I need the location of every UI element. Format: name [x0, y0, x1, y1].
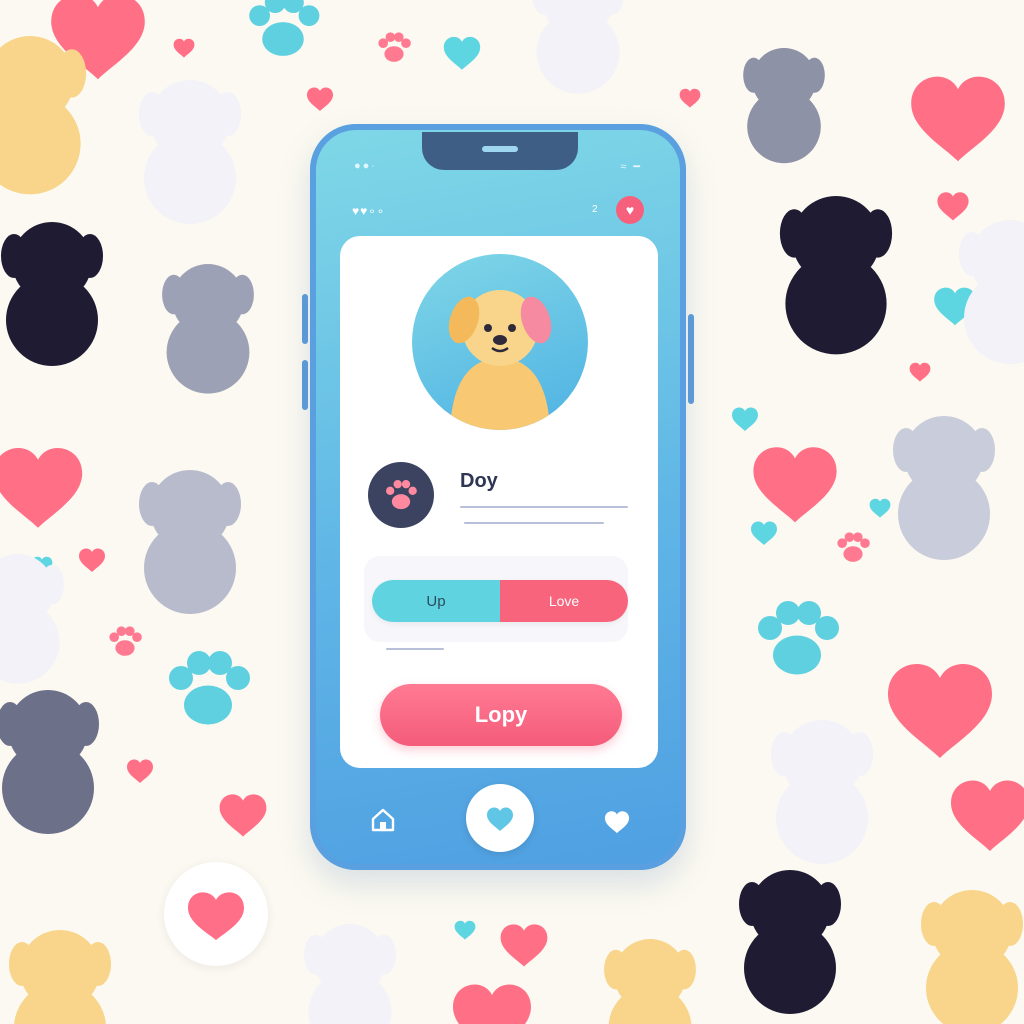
heart-icon[interactable] — [602, 808, 632, 834]
notification-count: 2 — [592, 204, 598, 215]
heart-icon — [188, 892, 244, 940]
phone-frame: ●●∙ ≈ ━ ♥♥∘∘ 2 ♥ Doy Up Love Lopy — [302, 124, 694, 870]
paw-icon — [386, 480, 417, 510]
toggle-up-button[interactable]: Up — [372, 580, 500, 622]
app-indicators: ♥♥∘∘ — [352, 204, 386, 218]
heart-icon — [487, 807, 513, 831]
volume-down-button — [302, 360, 308, 410]
decorative-bubble — [164, 862, 268, 966]
text-placeholder-line — [464, 522, 604, 524]
nav-center-button[interactable] — [466, 784, 534, 852]
text-placeholder-line — [460, 506, 628, 508]
power-button — [688, 314, 694, 404]
primary-action-button[interactable]: Lopy — [380, 684, 622, 746]
phone-notch — [422, 132, 578, 170]
toggle-group: Up Love — [372, 580, 628, 622]
profile-name: Doy — [460, 470, 498, 492]
home-icon[interactable] — [370, 808, 396, 832]
paw-badge — [368, 462, 434, 528]
toggle-love-button[interactable]: Love — [500, 580, 628, 622]
dog-avatar-icon[interactable] — [412, 254, 588, 430]
profile-card: Doy Up Love Lopy — [340, 236, 658, 768]
status-signal: ●●∙ — [354, 160, 377, 172]
speaker — [482, 146, 518, 152]
volume-up-button — [302, 294, 308, 344]
text-placeholder-line — [386, 648, 444, 650]
notification-button[interactable]: ♥ — [616, 196, 644, 224]
status-wifi-battery: ≈ ━ — [620, 161, 642, 173]
heart-icon: ♥ — [625, 202, 635, 218]
